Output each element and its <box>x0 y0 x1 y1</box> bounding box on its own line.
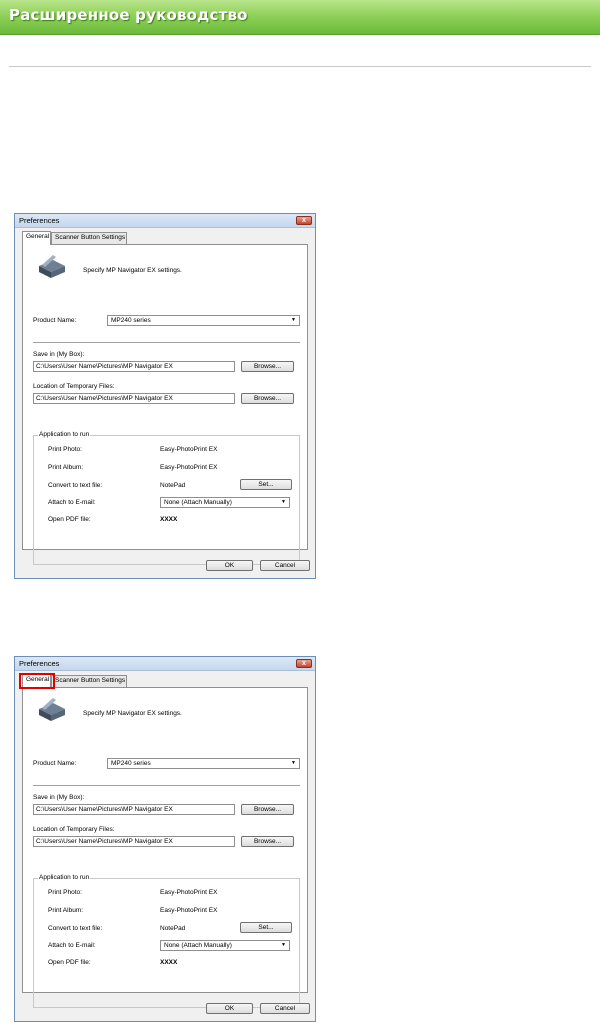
attach-email-label: Attach to E-mail: <box>48 499 96 506</box>
product-name-value: MP240 series <box>111 317 151 324</box>
temp-files-label: Location of Temporary Files: <box>33 383 115 390</box>
attach-email-value: None (Attach Manually) <box>164 942 232 949</box>
dialog-titlebar: Preferences x <box>15 214 315 228</box>
application-group-title: Application to run <box>38 874 91 881</box>
banner-title: Расширенное руководство <box>9 6 248 24</box>
preferences-dialog-highlighted: Preferences x General Scanner Button Set… <box>14 656 316 1022</box>
temp-files-field[interactable]: C:\Users\User Name\Pictures\MP Navigator… <box>33 836 235 847</box>
scanner-icon <box>39 255 65 278</box>
divider <box>9 66 591 67</box>
product-name-label: Product Name: <box>33 760 77 767</box>
application-group-title: Application to run <box>38 431 91 438</box>
separator <box>33 342 300 343</box>
dialog-titlebar: Preferences x <box>15 657 315 671</box>
browse-temp-button[interactable]: Browse... <box>241 836 294 847</box>
application-group: Application to run Print Photo: Easy-Pho… <box>33 874 300 1008</box>
print-photo-label: Print Photo: <box>48 889 82 896</box>
temp-files-label: Location of Temporary Files: <box>33 826 115 833</box>
product-name-select[interactable]: MP240 series ▼ <box>107 758 300 769</box>
tab-highlight-box <box>19 673 55 689</box>
chevron-down-icon: ▼ <box>291 760 296 766</box>
tab-scanner-button-settings[interactable]: Scanner Button Settings <box>51 675 127 687</box>
open-pdf-value: XXXX <box>160 959 178 966</box>
dialog-title: Preferences <box>19 216 60 225</box>
print-album-value: Easy-PhotoPrint EX <box>160 464 218 471</box>
scanner-icon <box>39 698 65 721</box>
ok-button[interactable]: OK <box>206 560 253 571</box>
print-album-label: Print Album: <box>48 464 84 471</box>
print-album-label: Print Album: <box>48 907 84 914</box>
header-text: Specify MP Navigator EX settings. <box>83 710 182 717</box>
close-button[interactable]: x <box>296 216 312 225</box>
header-text: Specify MP Navigator EX settings. <box>83 267 182 274</box>
save-in-field[interactable]: C:\Users\User Name\Pictures\MP Navigator… <box>33 804 235 815</box>
tab-general[interactable]: General <box>22 231 51 245</box>
close-button[interactable]: x <box>296 659 312 668</box>
chevron-down-icon: ▼ <box>281 942 286 948</box>
set-button[interactable]: Set... <box>240 922 292 933</box>
product-name-label: Product Name: <box>33 317 77 324</box>
browse-temp-button[interactable]: Browse... <box>241 393 294 404</box>
attach-email-select[interactable]: None (Attach Manually) ▼ <box>160 497 290 508</box>
open-pdf-label: Open PDF file: <box>48 516 91 523</box>
attach-email-value: None (Attach Manually) <box>164 499 232 506</box>
browse-save-button[interactable]: Browse... <box>241 804 294 815</box>
ok-button[interactable]: OK <box>206 1003 253 1014</box>
print-photo-value: Easy-PhotoPrint EX <box>160 889 218 896</box>
separator <box>33 785 300 786</box>
set-button[interactable]: Set... <box>240 479 292 490</box>
tab-scanner-button-settings[interactable]: Scanner Button Settings <box>51 232 127 244</box>
convert-text-label: Convert to text file: <box>48 482 103 489</box>
product-name-value: MP240 series <box>111 760 151 767</box>
product-name-select[interactable]: MP240 series ▼ <box>107 315 300 326</box>
print-photo-label: Print Photo: <box>48 446 82 453</box>
open-pdf-label: Open PDF file: <box>48 959 91 966</box>
close-icon: x <box>302 217 306 224</box>
application-group: Application to run Print Photo: Easy-Pho… <box>33 431 300 565</box>
print-album-value: Easy-PhotoPrint EX <box>160 907 218 914</box>
general-panel: Specify MP Navigator EX settings. Produc… <box>22 687 308 1008</box>
dialog-title: Preferences <box>19 659 60 668</box>
save-in-label: Save in (My Box): <box>33 794 85 801</box>
convert-text-label: Convert to text file: <box>48 925 103 932</box>
attach-email-select[interactable]: None (Attach Manually) ▼ <box>160 940 290 951</box>
cancel-button[interactable]: Cancel <box>260 560 310 571</box>
chevron-down-icon: ▼ <box>291 317 296 323</box>
chevron-down-icon: ▼ <box>281 499 286 505</box>
save-in-field[interactable]: C:\Users\User Name\Pictures\MP Navigator… <box>33 361 235 372</box>
open-pdf-value: XXXX <box>160 516 178 523</box>
general-panel: Specify MP Navigator EX settings. Produc… <box>22 244 308 565</box>
print-photo-value: Easy-PhotoPrint EX <box>160 446 218 453</box>
preferences-dialog: Preferences x General Scanner Button Set… <box>14 213 316 579</box>
convert-text-value: NotePad <box>160 482 186 489</box>
page-banner: Расширенное руководство <box>0 0 600 35</box>
close-icon: x <box>302 660 306 667</box>
temp-files-field[interactable]: C:\Users\User Name\Pictures\MP Navigator… <box>33 393 235 404</box>
cancel-button[interactable]: Cancel <box>260 1003 310 1014</box>
attach-email-label: Attach to E-mail: <box>48 942 96 949</box>
save-in-label: Save in (My Box): <box>33 351 85 358</box>
browse-save-button[interactable]: Browse... <box>241 361 294 372</box>
convert-text-value: NotePad <box>160 925 186 932</box>
